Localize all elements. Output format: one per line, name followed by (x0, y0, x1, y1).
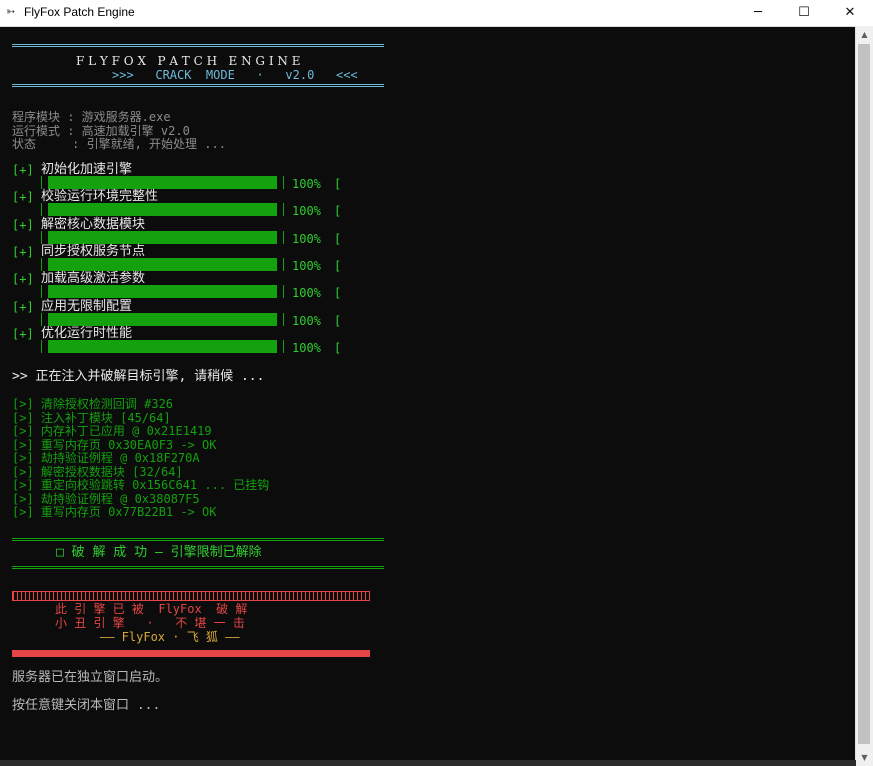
banner-bottom-bar (12, 650, 370, 657)
task-progress-bar (48, 285, 277, 298)
task-label: 加载高级激活参数 (41, 271, 146, 286)
task-tail: [ (334, 232, 342, 246)
task-label: 同步授权服务节点 (41, 244, 146, 259)
banner-line3: —— FlyFox · 飞 狐 —— (100, 630, 240, 644)
header-subtitle: >>> CRACK MODE · v2.0 <<< (112, 68, 358, 82)
header-rule-top (12, 44, 384, 47)
log-line: [>] 清除授权检测回调 #326 (12, 397, 174, 411)
progress-bracket-right (279, 231, 284, 244)
header-title: F L Y F O X P A T C H E N G I N E (76, 54, 301, 68)
task-percent: 100% (292, 204, 321, 218)
task-progress-bar (48, 313, 277, 326)
progress-bracket-left (41, 258, 46, 271)
task-prefix: [+] (12, 190, 34, 204)
task-percent: 100% (292, 341, 321, 355)
log-line: [>] 重写内存页 0x30EA0F3 -> OK (12, 438, 217, 452)
log-line: [>] 重写内存页 0x77B22B1 -> OK (12, 505, 217, 519)
progress-bracket-right (279, 285, 284, 298)
progress-bracket-right (279, 203, 284, 216)
task-progress-bar (48, 203, 277, 216)
log-line: [>] 重定向校验跳转 0x156C641 ... 已挂钩 (12, 478, 270, 492)
maximize-button[interactable]: ☐ (781, 0, 827, 26)
press-key-message: 按任意键关闭本窗口 ... (12, 698, 161, 713)
task-tail: [ (334, 259, 342, 273)
task-progress-bar (48, 231, 277, 244)
header-rule-bottom (12, 84, 384, 87)
task-prefix: [+] (12, 245, 34, 259)
app-icon: ➳ (6, 5, 16, 18)
info-mode: 运行模式 : 高速加载引擎 v2.0 (12, 124, 190, 138)
log-line: [>] 解密授权数据块 [32/64] (12, 465, 183, 479)
info-module: 程序模块 : 游戏服务器.exe (12, 110, 171, 124)
success-rule-top (12, 538, 384, 541)
task-progress-bar (48, 340, 277, 353)
log-line: [>] 内存补丁已应用 @ 0x21E1419 (12, 424, 212, 438)
task-tail: [ (334, 314, 342, 328)
success-message: □ 破 解 成 功 — 引擎限制已解除 (56, 545, 262, 560)
bottom-edge (0, 760, 856, 766)
task-prefix: [+] (12, 272, 34, 286)
close-button[interactable]: ✕ (827, 0, 873, 26)
task-percent: 100% (292, 314, 321, 328)
server-started-message: 服务器已在独立窗口启动。 (12, 670, 169, 685)
scroll-up-icon[interactable]: ▲ (856, 26, 873, 43)
console-scrollbar[interactable]: ▲ ▼ (855, 26, 873, 766)
info-status: 状态 : 引擎就绪, 开始处理 ... (12, 137, 226, 151)
task-percent: 100% (292, 286, 321, 300)
task-prefix: [+] (12, 218, 34, 232)
task-tail: [ (334, 341, 342, 355)
log-line: [>] 注入补丁模块 [45/64] (12, 411, 171, 425)
log-line: [>] 劫持验证例程 @ 0x18F270A (12, 451, 200, 465)
task-percent: 100% (292, 177, 321, 191)
progress-bracket-left (41, 231, 46, 244)
window-titlebar: ➳ FlyFox Patch Engine ─ ☐ ✕ (0, 0, 873, 27)
task-tail: [ (334, 286, 342, 300)
progress-bracket-left (41, 340, 46, 353)
progress-bracket-right (279, 313, 284, 326)
task-percent: 100% (292, 259, 321, 273)
task-label: 校验运行环境完整性 (41, 189, 159, 204)
console-output: F L Y F O X P A T C H E N G I N E >>> CR… (0, 26, 856, 766)
injecting-message: >> 正在注入并破解目标引擎, 请稍候 ... (12, 369, 265, 384)
progress-bracket-right (279, 258, 284, 271)
task-label: 解密核心数据模块 (41, 217, 146, 232)
task-label: 应用无限制配置 (41, 299, 133, 314)
task-progress-bar (48, 176, 277, 189)
task-tail: [ (334, 204, 342, 218)
task-percent: 100% (292, 232, 321, 246)
task-label: 初始化加速引擎 (41, 162, 133, 177)
progress-bracket-right (279, 340, 284, 353)
banner-line2: 小 丑 引 擎 · 不 堪 一 击 (55, 616, 245, 630)
progress-bracket-left (41, 203, 46, 216)
task-prefix: [+] (12, 163, 34, 177)
success-rule-bottom (12, 566, 384, 569)
scroll-thumb[interactable] (858, 44, 870, 744)
progress-bracket-left (41, 176, 46, 189)
progress-bracket-left (41, 313, 46, 326)
progress-bracket-right (279, 176, 284, 189)
task-label: 优化运行时性能 (41, 326, 133, 341)
task-prefix: [+] (12, 300, 34, 314)
log-line: [>] 劫持验证例程 @ 0x38087F5 (12, 492, 200, 506)
banner-line1: 此 引 擎 已 被 FlyFox 破 解 (55, 602, 248, 616)
window-title: FlyFox Patch Engine (24, 5, 135, 19)
task-tail: [ (334, 177, 342, 191)
scroll-down-icon[interactable]: ▼ (856, 749, 873, 766)
task-prefix: [+] (12, 327, 34, 341)
progress-bracket-left (41, 285, 46, 298)
task-progress-bar (48, 258, 277, 271)
minimize-button[interactable]: ─ (735, 0, 781, 26)
banner-top-bar (12, 591, 370, 601)
